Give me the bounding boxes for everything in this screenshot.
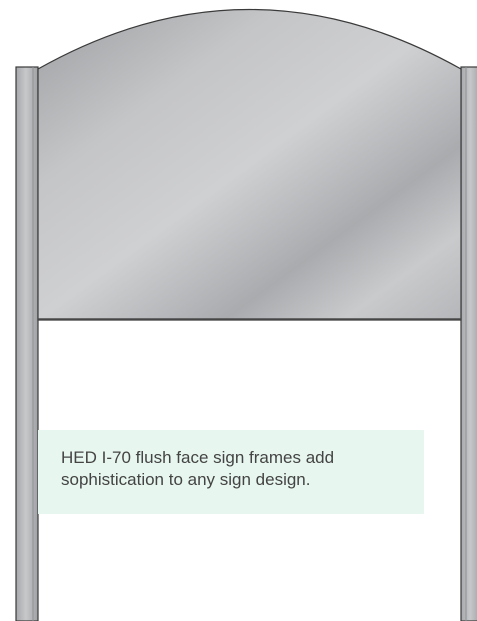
product-illustration: HED I-70 flush face sign frames add soph… xyxy=(0,0,477,621)
sign-frame-illustration xyxy=(15,8,477,621)
caption-text: HED I-70 flush face sign frames add soph… xyxy=(61,448,335,489)
left-post xyxy=(15,66,39,621)
right-post xyxy=(460,66,477,621)
caption-box: HED I-70 flush face sign frames add soph… xyxy=(38,430,424,514)
sign-panel xyxy=(37,8,462,321)
